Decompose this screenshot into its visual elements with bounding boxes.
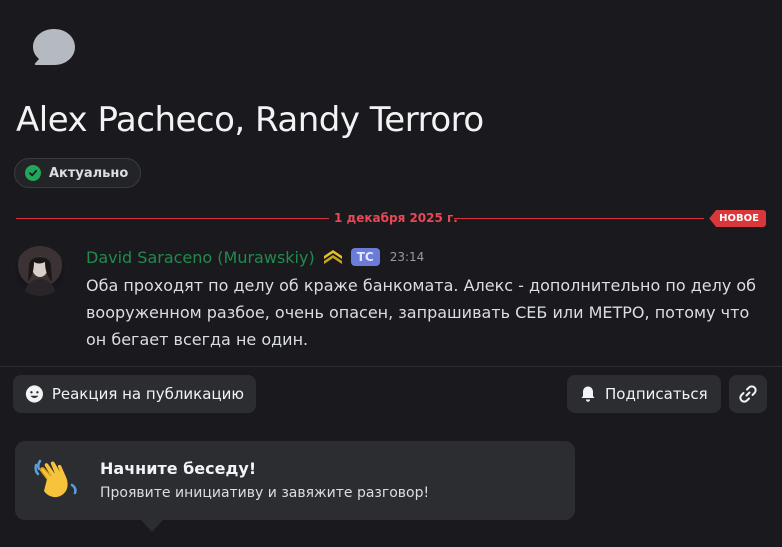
card-title: Начните беседу! (100, 459, 257, 478)
card-pointer (141, 520, 163, 532)
smile-icon (25, 385, 43, 403)
thread-title: Alex Pacheco, Randy Terroro (16, 100, 484, 140)
divider-line (454, 218, 704, 219)
new-badge: НОВОЕ (709, 210, 766, 227)
check-circle-icon (25, 165, 41, 181)
react-button-label: Реакция на публикацию (51, 385, 244, 403)
follow-button[interactable]: Подписаться (567, 375, 721, 413)
message: David Saraceno (Murawskiy) TC 23:14 Оба … (0, 240, 782, 366)
new-messages-divider: 1 декабря 2025 г. НОВОЕ (16, 210, 766, 228)
rank-chevrons-icon (323, 250, 342, 264)
waving-hand-icon (34, 459, 77, 498)
status-tag-label: Актуально (49, 165, 129, 181)
message-header: David Saraceno (Murawskiy) TC 23:14 (86, 246, 424, 268)
react-button[interactable]: Реакция на публикацию (13, 375, 256, 413)
author-name[interactable]: David Saraceno (Murawskiy) (86, 248, 315, 267)
divider-date: 1 декабря 2025 г. (334, 211, 458, 225)
link-icon (739, 385, 757, 403)
role-tag[interactable]: TC (350, 248, 380, 266)
forum-post-page: Alex Pacheco, Randy Terroro Актуально 1 … (0, 0, 782, 547)
bell-icon (581, 386, 595, 402)
message-text: Оба проходят по делу об краже банкомата.… (86, 276, 757, 349)
follow-button-label: Подписаться (605, 385, 708, 403)
card-subtitle: Проявите инициативу и завяжите разговор! (100, 485, 430, 501)
avatar[interactable] (15, 246, 65, 296)
thread-bubble-icon (33, 29, 75, 65)
copy-link-button[interactable] (729, 375, 767, 413)
divider-line (16, 218, 329, 219)
status-tag[interactable]: Актуально (14, 158, 142, 188)
section-divider (0, 366, 782, 367)
message-timestamp: 23:14 (389, 250, 425, 264)
start-conversation-card: Начните беседу! Проявите инициативу и за… (15, 441, 575, 520)
